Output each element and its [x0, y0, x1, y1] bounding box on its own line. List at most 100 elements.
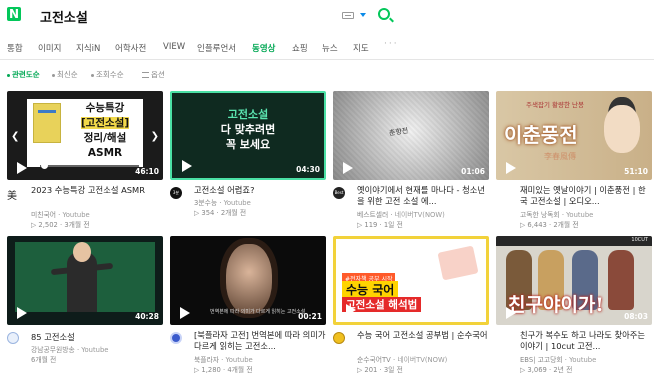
- chevron-right-icon[interactable]: ❯: [151, 131, 159, 142]
- duration-label: 00:21: [298, 312, 322, 321]
- duration-label: 08:03: [624, 312, 648, 321]
- sort-relevance[interactable]: 관련도순: [7, 69, 40, 80]
- search-icon[interactable]: [378, 8, 390, 20]
- channel-line: 미친국어 · Youtube: [31, 211, 90, 219]
- note-image: [437, 245, 479, 281]
- tab-shopping[interactable]: 쇼핑: [292, 42, 308, 54]
- view-count: 119: [364, 221, 378, 229]
- channel-avatar[interactable]: 3분: [170, 187, 182, 199]
- play-icon[interactable]: [17, 307, 27, 319]
- figure-image: [608, 250, 634, 310]
- thumbnail-title: 이춘풍전: [504, 123, 578, 147]
- stats-line: ▷ 119 · 1일 전: [357, 221, 403, 229]
- channel-avatar[interactable]: [7, 332, 19, 344]
- video-title[interactable]: 친구가 복수도 하고 나라도 찾아주는 이야기 | 10cut 고전...: [520, 330, 652, 352]
- tab-dictionary[interactable]: 어학사전: [115, 42, 146, 54]
- video-thumbnail[interactable]: 고전소설 다 맞추려면 꼭 보세요 04:30: [170, 91, 326, 180]
- channel-name[interactable]: 순수국어TV: [357, 356, 391, 364]
- video-title[interactable]: [북플라자 고전] 번역본에 따라 의미가 다르게 읽히는 고전소...: [194, 330, 326, 352]
- play-icon[interactable]: [180, 307, 190, 319]
- upload-date: 3일 전: [383, 366, 403, 374]
- duration-label: 40:28: [135, 312, 159, 321]
- play-icon[interactable]: [506, 307, 516, 319]
- channel-name[interactable]: 북플라자: [194, 356, 219, 364]
- video-thumbnail[interactable]: 춘향전 01:06: [333, 91, 489, 180]
- search-query-text[interactable]: 고전소설: [40, 7, 88, 26]
- search-tabs: 통합 이미지 지식iN 어학사전 VIEW 인플루언서 동영상 쇼핑 뉴스 지도…: [0, 37, 654, 57]
- duration-label: 46:10: [135, 167, 159, 176]
- video-title[interactable]: 수능 국어 고전소설 공부법 | 순수국어: [357, 330, 489, 352]
- video-thumbnail[interactable]: #전자책 공부 시작 수능 국어 고전소설 해석법 07:22: [333, 236, 489, 325]
- progress-handle[interactable]: [41, 162, 48, 169]
- chevron-left-icon[interactable]: ❮: [11, 131, 19, 142]
- sort-latest[interactable]: 최신순: [52, 69, 78, 80]
- video-title[interactable]: 고전소설 어렵죠?: [194, 185, 326, 197]
- tab-video[interactable]: 동영상: [252, 42, 275, 54]
- tab-news[interactable]: 뉴스: [322, 42, 338, 54]
- play-icon[interactable]: [17, 162, 27, 174]
- play-icon[interactable]: [343, 162, 353, 174]
- tab-influencer[interactable]: 인플루언서: [197, 42, 236, 54]
- source-name: Youtube: [223, 199, 251, 207]
- stats-line: ▷ 3,069 · 2년 전: [520, 366, 573, 374]
- thumbnail-badge: 10CUT: [631, 237, 648, 243]
- thumbnail-title: 친구야이가!: [508, 294, 604, 316]
- play-icon[interactable]: [182, 160, 192, 172]
- view-count: 3,069: [527, 366, 547, 374]
- thumbnail-subtitle: 주색잡기 황량한 난봉: [526, 101, 584, 109]
- thumbnail-topbar: [496, 236, 652, 246]
- video-title[interactable]: 옛이야기에서 현재를 마나다 - 청소년을 위한 고전 소설 에...: [357, 185, 489, 207]
- video-title[interactable]: 85 고전소설: [31, 332, 163, 344]
- channel-avatar[interactable]: [170, 332, 182, 344]
- channel-line: 북플라자 · Youtube: [194, 356, 253, 364]
- tab-map[interactable]: 지도: [353, 42, 369, 54]
- play-icon[interactable]: [346, 304, 356, 316]
- video-thumbnail[interactable]: 수능특강 [고전소설] 정리/해설 ASMR ❮ ❯ 46:10: [7, 91, 163, 180]
- thumb-line: 꼭 보세요: [225, 138, 271, 151]
- view-count: 354: [201, 209, 215, 217]
- progress-bar[interactable]: [35, 162, 139, 169]
- channel-line: 강남공무원방송 · Youtube: [31, 346, 109, 354]
- sort-views[interactable]: 조회수순: [91, 69, 124, 80]
- source-name: Youtube: [569, 356, 597, 364]
- video-thumbnail[interactable]: 40:28: [7, 236, 163, 325]
- caret-down-icon[interactable]: [360, 13, 366, 17]
- bullet-icon: [91, 73, 94, 77]
- channel-line: 순수국어TV · 네이버TV(NOW): [357, 356, 448, 364]
- book-image: [33, 103, 61, 143]
- keyboard-icon[interactable]: [342, 12, 354, 19]
- channel-name[interactable]: 강남공무원방송: [31, 346, 75, 354]
- video-thumbnail[interactable]: 10CUT 친구야이가! 08:03: [496, 236, 652, 325]
- more-tabs-icon[interactable]: ···: [384, 39, 399, 49]
- tab-kin[interactable]: 지식iN: [76, 42, 100, 54]
- video-title[interactable]: 2023 수능특강 고전소설 ASMR: [31, 185, 163, 207]
- thumbnail-text: 수능특강 [고전소설] 정리/해설 ASMR: [67, 101, 143, 161]
- channel-name[interactable]: EBS| 고고당회: [520, 356, 563, 364]
- channel-name[interactable]: 3분수능: [194, 199, 217, 207]
- channel-avatar[interactable]: Best: [333, 187, 345, 199]
- channel-name[interactable]: 미친국어: [31, 211, 56, 219]
- channel-avatar[interactable]: [333, 332, 345, 344]
- tabs-divider: [0, 59, 654, 60]
- video-thumbnail[interactable]: 번역본에 따라 의미가 다르게 읽히는 고전소설 00:21: [170, 236, 326, 325]
- duration-label: 07:22: [458, 309, 482, 318]
- channel-name[interactable]: 고독한 낭독회: [520, 211, 560, 219]
- tab-integrated[interactable]: 통합: [7, 42, 23, 54]
- source-name: Youtube: [81, 346, 109, 354]
- thumb-line: 다 맞추려면: [220, 123, 276, 136]
- source-name: Youtube: [566, 211, 594, 219]
- naver-logo[interactable]: N: [7, 7, 21, 21]
- thumb-line: 고전소설: [227, 108, 269, 121]
- upload-date: 2개월 전: [553, 221, 579, 229]
- tab-view[interactable]: VIEW: [163, 42, 185, 52]
- channel-avatar[interactable]: 美: [7, 187, 19, 202]
- options-button[interactable]: 옵션: [142, 69, 165, 80]
- source-name: Youtube: [225, 356, 253, 364]
- view-count: 2,502: [38, 221, 58, 229]
- tab-images[interactable]: 이미지: [38, 42, 61, 54]
- channel-name[interactable]: 베스트셀러: [357, 211, 388, 219]
- video-thumbnail[interactable]: 주색잡기 황량한 난봉 이춘풍전 李春風傳 51:10: [496, 91, 652, 180]
- source-name: 네이버TV(NOW): [397, 356, 448, 364]
- play-icon[interactable]: [506, 162, 516, 174]
- video-title[interactable]: 재미있는 옛날이야기 | 이춘풍전 | 한국 고전소설 | 오디오...: [520, 185, 652, 207]
